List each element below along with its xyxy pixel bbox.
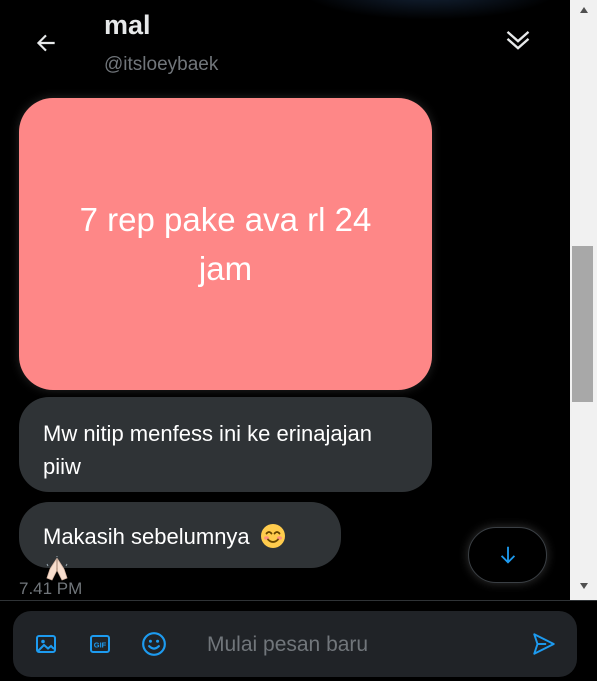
send-icon	[533, 633, 555, 655]
message-text: Mw nitip menfess ini ke erinajajan piiw	[43, 421, 372, 479]
scrollbar[interactable]	[570, 0, 597, 600]
message-composer: GIF	[13, 611, 577, 677]
send-button[interactable]	[531, 631, 557, 657]
gif-button[interactable]: GIF	[87, 631, 113, 657]
message-bubble[interactable]: Mw nitip menfess ini ke erinajajan piiw	[19, 397, 432, 492]
back-button[interactable]	[27, 24, 65, 62]
arrow-left-icon	[36, 34, 55, 52]
smiley-icon	[142, 632, 166, 656]
arrow-down-icon	[500, 546, 515, 564]
conversation-header: mal @itsloeybaek	[0, 0, 570, 88]
composer-divider	[0, 600, 597, 601]
triangle-down-icon	[579, 583, 588, 589]
double-chevron-down-icon	[506, 30, 530, 50]
image-icon	[36, 635, 56, 653]
scroll-down-arrow[interactable]	[570, 576, 597, 596]
smiling-face-icon	[260, 524, 285, 548]
media-button[interactable]	[33, 631, 59, 657]
emoji-button[interactable]	[141, 631, 167, 657]
image-message-text: 7 rep pake ava rl 24 jam	[79, 200, 372, 288]
collapse-button[interactable]	[498, 20, 538, 60]
scroll-up-arrow[interactable]	[570, 0, 597, 20]
message-input[interactable]	[205, 625, 509, 665]
triangle-up-icon	[579, 7, 588, 13]
message-text: Makasih sebelumnya	[43, 524, 250, 549]
gif-label: GIF	[94, 641, 107, 650]
conversation-handle: @itsloeybaek	[104, 54, 219, 75]
image-message[interactable]: 7 rep pake ava rl 24 jam	[19, 98, 432, 390]
scroll-to-bottom-button[interactable]	[468, 527, 547, 583]
message-list: 7 rep pake ava rl 24 jam Mw nitip menfes…	[0, 88, 570, 600]
message-timestamp: 7.41 PM	[19, 579, 83, 598]
message-bubble[interactable]: Makasih sebelumnya	[19, 502, 341, 581]
scrollbar-thumb[interactable]	[572, 246, 593, 402]
conversation-title: mal	[104, 10, 151, 40]
gif-icon: GIF	[90, 635, 110, 653]
